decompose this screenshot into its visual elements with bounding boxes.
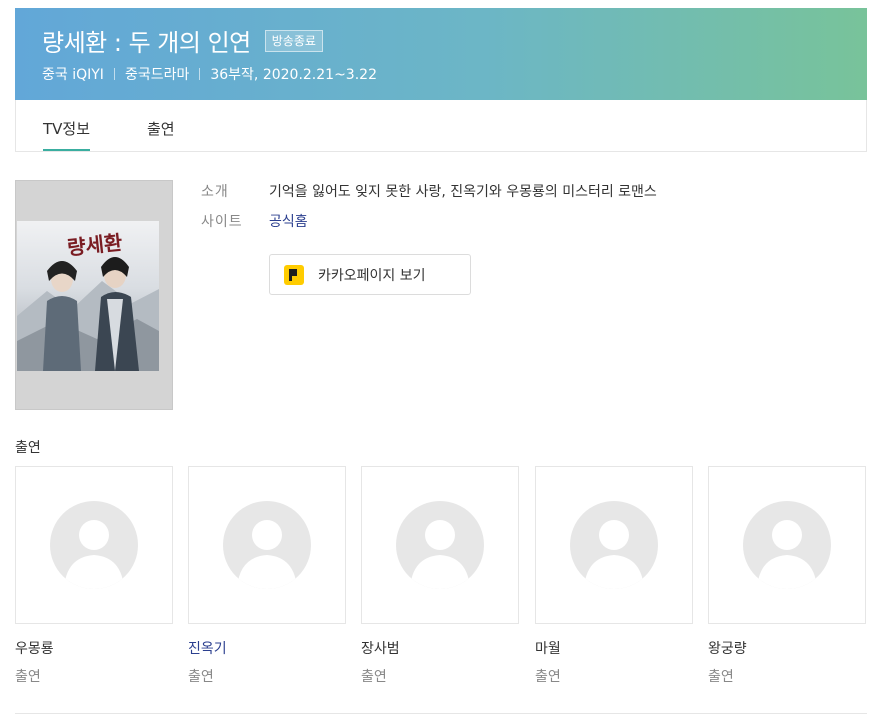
cast-card[interactable]: 진옥기 출연	[188, 466, 346, 686]
program-header: 량세환 : 두 개의 인연 방송종료 중국 iQIYI 중국드라마 36부작, …	[15, 8, 867, 100]
cast-photo-placeholder[interactable]	[535, 466, 693, 624]
person-silhouette-icon	[570, 501, 658, 589]
official-site-link[interactable]: 공식홈	[269, 211, 308, 231]
tab-tv-info[interactable]: TV정보	[43, 118, 91, 151]
person-silhouette-icon	[50, 501, 138, 589]
cast-card[interactable]: 장사범 출연	[361, 466, 519, 686]
kakaopage-icon	[284, 264, 304, 285]
intro-label: 소개	[201, 184, 229, 200]
tab-bar: TV정보 출연	[15, 100, 867, 152]
meta-divider	[199, 68, 201, 80]
cast-name[interactable]: 장사범	[361, 638, 519, 658]
cast-card[interactable]: 우몽룡 출연	[15, 466, 173, 686]
cast-card[interactable]: 왕궁량 출연	[708, 466, 866, 686]
cast-role: 출연	[708, 669, 734, 685]
tab-cast[interactable]: 출연	[147, 118, 175, 139]
site-label: 사이트	[201, 214, 243, 230]
cast-photo-placeholder[interactable]	[361, 466, 519, 624]
meta-broadcaster: 중국 iQIYI	[42, 67, 104, 83]
cast-section-heading: 출연	[15, 440, 41, 456]
kakaopage-button[interactable]: 카카오페이지 보기	[269, 254, 471, 295]
program-meta: 중국 iQIYI 중국드라마 36부작, 2020.2.21~3.22	[42, 64, 377, 84]
cast-role: 출연	[535, 669, 561, 685]
meta-divider	[113, 68, 115, 80]
intro-text: 기억을 잃어도 잊지 못한 사랑, 진옥기와 우몽룡의 미스터리 로맨스	[269, 184, 657, 200]
cast-role: 출연	[361, 669, 387, 685]
cast-name[interactable]: 우몽룡	[15, 638, 173, 658]
cast-role: 출연	[15, 669, 41, 685]
kakaopage-button-label: 카카오페이지 보기	[318, 267, 426, 284]
cast-role: 출연	[188, 669, 214, 685]
cast-photo-placeholder[interactable]	[188, 466, 346, 624]
person-silhouette-icon	[223, 501, 311, 589]
meta-episodes-dates: 36부작, 2020.2.21~3.22	[210, 67, 377, 83]
cast-photo-placeholder[interactable]	[15, 466, 173, 624]
status-badge: 방송종료	[264, 29, 323, 52]
poster-art: 량세환	[17, 221, 159, 371]
cast-name[interactable]: 진옥기	[188, 638, 346, 658]
poster-image[interactable]: 량세환	[15, 180, 173, 410]
poster-logo: 량세환	[66, 230, 124, 260]
cast-card[interactable]: 마월 출연	[535, 466, 693, 686]
cast-photo-placeholder[interactable]	[708, 466, 866, 624]
person-silhouette-icon	[396, 501, 484, 589]
section-divider	[15, 713, 867, 714]
person-silhouette-icon	[743, 501, 831, 589]
cast-name[interactable]: 마월	[535, 638, 693, 658]
meta-genre: 중국드라마	[124, 67, 190, 83]
title-row: 량세환 : 두 개의 인연 방송종료	[42, 23, 323, 58]
cast-name[interactable]: 왕궁량	[708, 638, 866, 658]
program-title: 량세환 : 두 개의 인연	[42, 29, 251, 57]
